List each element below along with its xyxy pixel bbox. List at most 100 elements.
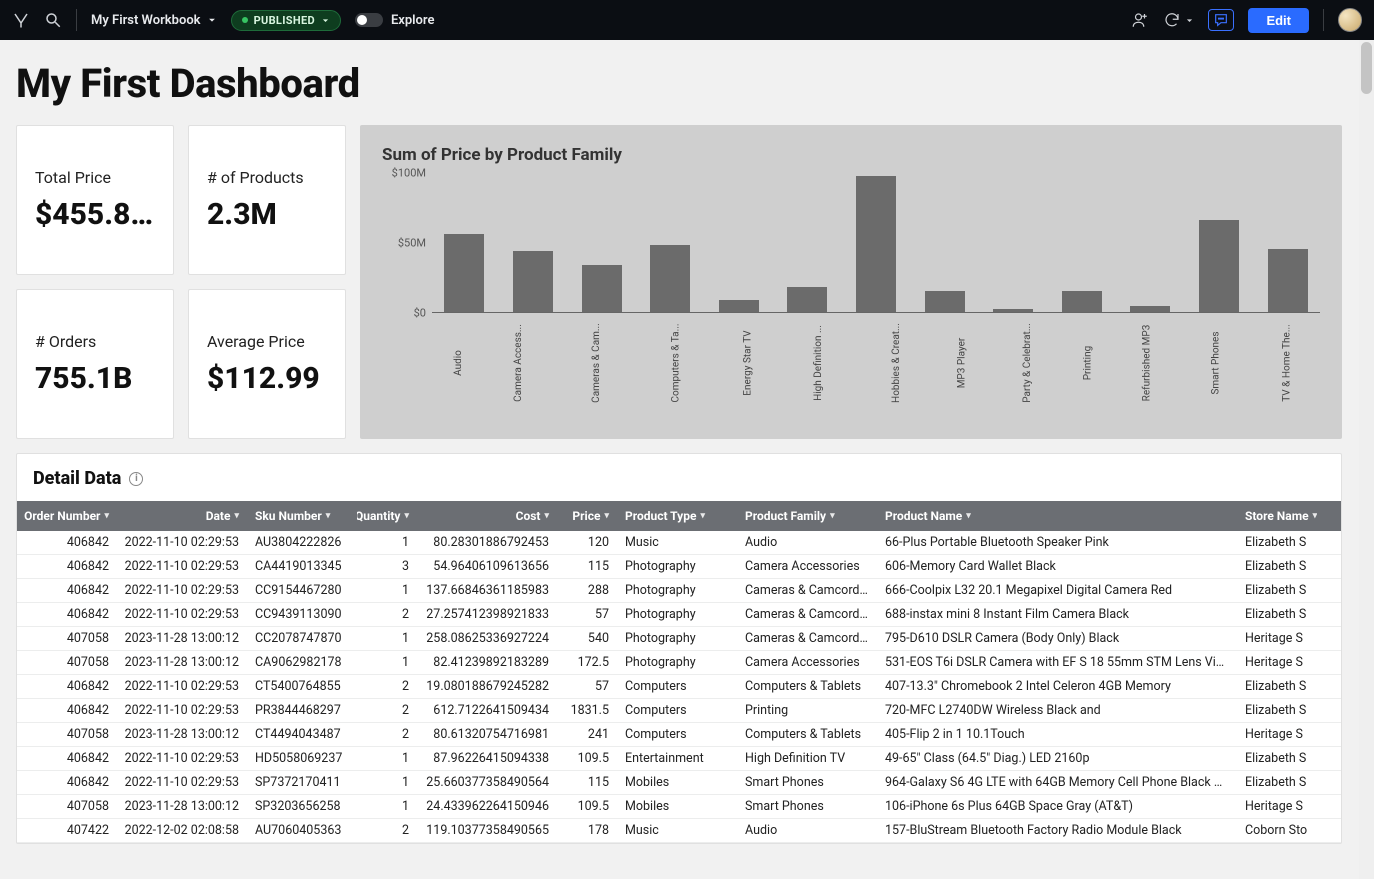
table-cell: Elizabeth S xyxy=(1237,559,1317,574)
table-row[interactable]: 4068422022-11-10 02:29:53CT5400764855219… xyxy=(17,675,1341,699)
page-scrollbar[interactable] xyxy=(1359,40,1374,879)
chart-bar[interactable] xyxy=(993,309,1033,312)
chart-bar[interactable] xyxy=(650,245,690,312)
info-icon[interactable]: i xyxy=(129,472,143,486)
table-cell: 407058 xyxy=(17,655,117,670)
caret-down-icon: ▾ xyxy=(544,511,549,521)
chart-bar[interactable] xyxy=(1268,249,1308,312)
caret-down-icon: ▾ xyxy=(404,511,409,521)
table-cell: 2022-11-10 02:29:53 xyxy=(117,559,247,574)
column-header[interactable]: Price▾ xyxy=(557,509,617,523)
workbook-title-label: My First Workbook xyxy=(91,13,201,28)
table-cell: 406842 xyxy=(17,775,117,790)
x-tick-label: MP3 Player xyxy=(956,338,967,389)
x-tick-label: Cameras & Cam... xyxy=(591,323,602,403)
table-row[interactable]: 4068422022-11-10 02:29:53AU3804222826180… xyxy=(17,531,1341,555)
chart-bar[interactable] xyxy=(787,287,827,312)
table-cell: Photography xyxy=(617,583,737,598)
refresh-dropdown-icon[interactable] xyxy=(1163,11,1181,29)
column-header[interactable]: Cost▾ xyxy=(417,509,557,523)
column-header[interactable]: Order Number▾ xyxy=(17,509,117,523)
table-cell: Elizabeth S xyxy=(1237,703,1317,718)
table-cell: 407-13.3" Chromebook 2 Intel Celeron 4GB… xyxy=(877,679,1237,694)
edit-button[interactable]: Edit xyxy=(1248,8,1309,33)
kpi-tile[interactable]: # Orders755.1B xyxy=(16,289,174,439)
kpi-tile[interactable]: Average Price$112.99 xyxy=(188,289,346,439)
workbook-title-dropdown[interactable]: My First Workbook xyxy=(91,13,217,28)
table-cell: 172.5 xyxy=(557,655,617,670)
table-cell: 407058 xyxy=(17,799,117,814)
table-cell: 405-Flip 2 in 1 10.1Touch xyxy=(877,727,1237,742)
column-header[interactable]: Sku Number▾ xyxy=(247,509,357,523)
table-cell: 407058 xyxy=(17,727,117,742)
column-label: Price xyxy=(572,509,600,523)
table-cell: 795-D610 DSLR Camera (Body Only) Black xyxy=(877,631,1237,646)
publish-status-pill[interactable]: PUBLISHED xyxy=(231,10,341,31)
table-row[interactable]: 4068422022-11-10 02:29:53PR3844468297261… xyxy=(17,699,1341,723)
kpi-value: 2.3M xyxy=(207,197,327,232)
caret-down-icon[interactable] xyxy=(1185,16,1194,25)
search-icon[interactable] xyxy=(44,11,62,29)
chart-bar[interactable] xyxy=(856,176,896,312)
scrollbar-thumb[interactable] xyxy=(1361,42,1372,94)
table-row[interactable]: 4068422022-11-10 02:29:53CA4419013345354… xyxy=(17,555,1341,579)
table-row[interactable]: 4070582023-11-28 13:00:12CC2078747870125… xyxy=(17,627,1341,651)
table-cell: 540 xyxy=(557,631,617,646)
user-avatar[interactable] xyxy=(1338,8,1362,32)
table-cell: Printing xyxy=(737,703,877,718)
table-cell: 964-Galaxy S6 4G LTE with 64GB Memory Ce… xyxy=(877,775,1237,790)
table-row[interactable]: 4068422022-11-10 02:29:53CC9154467280113… xyxy=(17,579,1341,603)
explore-toggle[interactable] xyxy=(355,13,383,27)
chart-bar[interactable] xyxy=(582,265,622,312)
table-cell: Camera Accessories xyxy=(737,655,877,670)
table-cell: HD5058069237 xyxy=(247,751,357,766)
column-header[interactable]: Store Name▾ xyxy=(1237,509,1317,523)
column-label: Date xyxy=(206,509,231,523)
table-cell: PR3844468297 xyxy=(247,703,357,718)
comment-icon xyxy=(1213,12,1229,28)
chart-bar[interactable] xyxy=(719,300,759,313)
column-header[interactable]: Product Name▾ xyxy=(877,509,1237,523)
chart-bar[interactable] xyxy=(925,291,965,312)
table-cell: CC2078747870 xyxy=(247,631,357,646)
app-logo-icon[interactable] xyxy=(12,11,30,29)
column-header[interactable]: Quantity▾ xyxy=(357,509,417,523)
table-row[interactable]: 4070582023-11-28 13:00:12CA9062982178182… xyxy=(17,651,1341,675)
comments-button[interactable] xyxy=(1208,9,1234,31)
column-label: Product Type xyxy=(625,509,696,523)
chart-bar[interactable] xyxy=(1062,291,1102,312)
kpi-tile[interactable]: # of Products2.3M xyxy=(188,125,346,275)
x-tick-label: High Definition ... xyxy=(813,325,824,401)
column-header[interactable]: Product Family▾ xyxy=(737,509,877,523)
detail-title: Detail Data xyxy=(33,468,121,489)
caret-down-icon: ▾ xyxy=(326,511,331,521)
kpi-tile[interactable]: Total Price$455.8… xyxy=(16,125,174,275)
chart-bar[interactable] xyxy=(444,234,484,312)
x-tick-label: Computers & Ta... xyxy=(670,324,681,403)
table-cell: CA4419013345 xyxy=(247,559,357,574)
chart-bar[interactable] xyxy=(1130,306,1170,312)
chart-bar[interactable] xyxy=(1199,220,1239,312)
table-cell: 87.96226415094338 xyxy=(417,751,557,766)
table-cell: 1 xyxy=(357,751,417,766)
table-row[interactable]: 4068422022-11-10 02:29:53HD5058069237187… xyxy=(17,747,1341,771)
table-cell: 406842 xyxy=(17,559,117,574)
table-cell: 2022-11-10 02:29:53 xyxy=(117,751,247,766)
table-cell: 82.41239892183289 xyxy=(417,655,557,670)
table-cell: 2 xyxy=(357,607,417,622)
table-cell: 2023-11-28 13:00:12 xyxy=(117,799,247,814)
table-cell: Computers & Tablets xyxy=(737,679,877,694)
table-row[interactable]: 4068422022-11-10 02:29:53SP7372170411125… xyxy=(17,771,1341,795)
column-header[interactable]: Product Type▾ xyxy=(617,509,737,523)
chart-card[interactable]: Sum of Price by Product Family $100M $50… xyxy=(360,125,1342,439)
add-user-icon[interactable] xyxy=(1131,11,1149,29)
table-row[interactable]: 4070582023-11-28 13:00:12CT4494043487280… xyxy=(17,723,1341,747)
table-cell: Elizabeth S xyxy=(1237,583,1317,598)
table-row[interactable]: 4068422022-11-10 02:29:53CC9439113090227… xyxy=(17,603,1341,627)
table-cell: Heritage S xyxy=(1237,631,1317,646)
column-header[interactable]: Date▾ xyxy=(117,509,247,523)
table-row[interactable]: 4070582023-11-28 13:00:12SP3203656258124… xyxy=(17,795,1341,819)
table-row[interactable]: 4074222022-12-02 02:08:58AU7060405363211… xyxy=(17,819,1341,843)
chart-bar[interactable] xyxy=(513,251,553,312)
table-cell: CC9439113090 xyxy=(247,607,357,622)
